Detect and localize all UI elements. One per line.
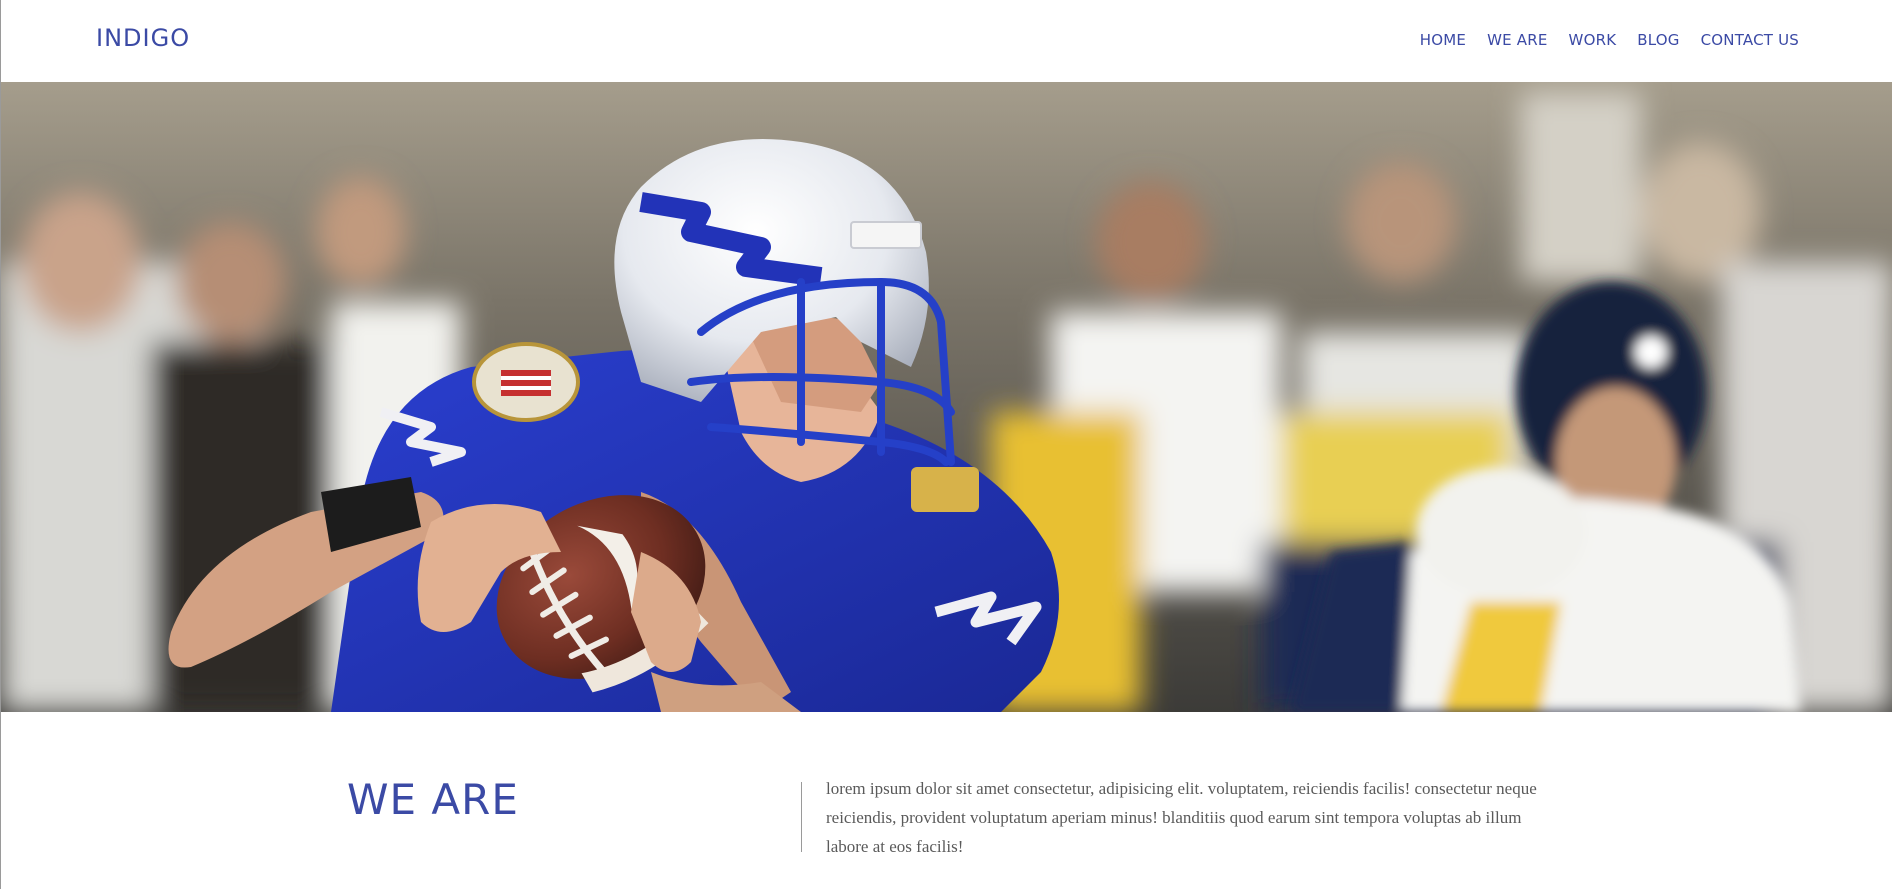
about-heading: WE ARE [347,775,519,824]
nav-item-home[interactable]: HOME [1420,31,1466,49]
main-nav: HOME WE ARE WORK BLOG CONTACT US [1420,31,1799,49]
hero-image [1,82,1892,712]
nav-item-contact-us[interactable]: CONTACT US [1701,31,1799,49]
nav-item-we-are[interactable]: WE ARE [1487,31,1547,49]
site-logo[interactable]: INDIGO [96,24,190,52]
about-section: WE ARE lorem ipsum dolor sit amet consec… [1,712,1892,889]
hero-banner [1,82,1892,712]
nav-item-blog[interactable]: BLOG [1637,31,1679,49]
about-paragraph: lorem ipsum dolor sit amet consectetur, … [826,779,1537,856]
site-header: INDIGO HOME WE ARE WORK BLOG CONTACT US [1,0,1892,82]
vertical-divider [801,782,802,852]
nav-item-work[interactable]: WORK [1569,31,1617,49]
